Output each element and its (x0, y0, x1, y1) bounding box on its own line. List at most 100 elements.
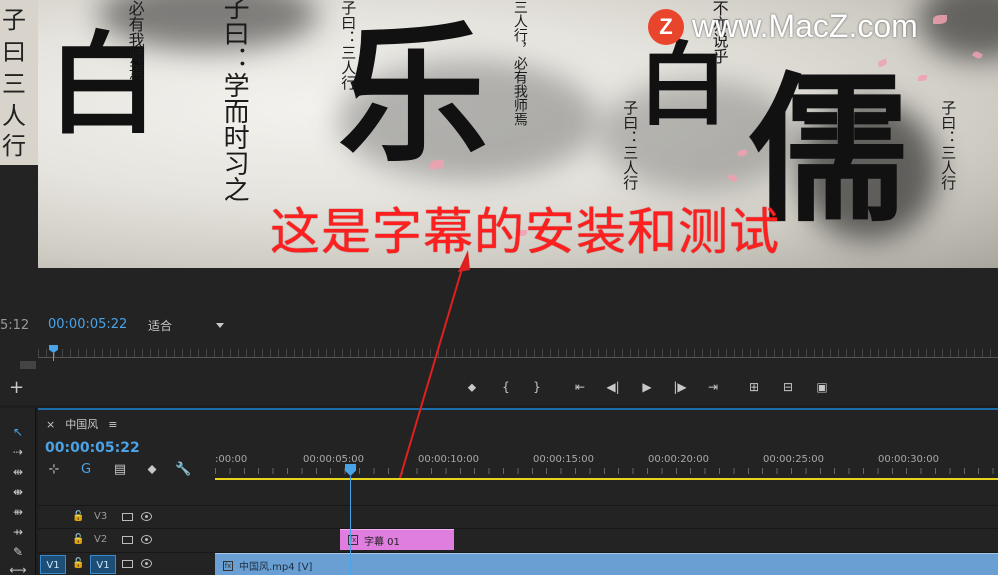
eye-icon[interactable] (141, 535, 152, 544)
sync-lock-icon[interactable] (122, 536, 133, 544)
strip-glyph: 三 (2, 70, 26, 98)
step-forward-icon[interactable]: |▶ (672, 379, 688, 395)
go-to-out-icon[interactable]: ⇥ (705, 379, 721, 395)
petal (918, 75, 927, 81)
calligraphy-column: 子曰：学而时习之 (219, 0, 250, 202)
ruler-ticks (38, 349, 998, 357)
petal (738, 150, 747, 156)
ruler-label: 00:00:25:00 (763, 454, 825, 465)
sequence-tab[interactable]: × 中国风 ≡ (46, 416, 117, 432)
go-to-in-icon[interactable]: ⇤ (572, 379, 588, 395)
rate-stretch-tool-icon[interactable]: ⇻ (8, 504, 28, 520)
strip-glyph: 子 (2, 6, 26, 34)
razor-tool-icon[interactable]: ✎ (8, 544, 28, 560)
ruler-label: 00:00:10:00 (418, 454, 480, 465)
play-icon[interactable]: ▶ (639, 379, 655, 395)
eye-icon[interactable] (141, 512, 152, 521)
close-icon[interactable]: × (46, 418, 55, 431)
button-editor-icon[interactable]: + (9, 377, 24, 398)
rolling-edit-tool-icon[interactable]: ⇼ (8, 484, 28, 500)
calligraphy-column: 必有我师焉 (125, 0, 145, 80)
calligraphy-column: 子曰：三人行 (339, 0, 358, 90)
track-target-badge[interactable]: V1 (90, 555, 116, 574)
ruler-label: :00:00 (215, 454, 248, 465)
track-header-v1[interactable]: V1 🔓 V1 (38, 553, 215, 575)
eye-icon[interactable] (141, 559, 152, 568)
monitor-time-ruler[interactable] (0, 343, 998, 371)
ruler-baseline (38, 357, 998, 358)
monitor-letterbox (38, 268, 998, 305)
track-header-v3[interactable]: 🔓 V3 (38, 506, 215, 529)
export-frame-icon[interactable]: ▣ (814, 379, 830, 395)
insert-icon[interactable]: ⊞ (746, 379, 762, 395)
lock-icon[interactable]: 🔓 (72, 558, 84, 569)
fx-badge: fx (223, 560, 233, 571)
ripple-edit-tool-icon[interactable]: ⇹ (8, 464, 28, 480)
sync-lock-icon[interactable] (122, 560, 133, 568)
selection-tool-icon[interactable]: ↖ (8, 424, 28, 440)
snap-icon[interactable]: ⊹ (46, 462, 62, 477)
ruler-label: 00:00:20:00 (648, 454, 710, 465)
chevron-down-icon (216, 323, 224, 328)
zoom-handle[interactable] (20, 361, 36, 369)
lock-icon[interactable]: 🔓 (72, 511, 84, 522)
source-patch-badge[interactable]: V1 (40, 555, 66, 574)
track-name: V2 (94, 534, 108, 545)
strip-glyph: 人 (2, 102, 26, 130)
track-header-v2[interactable]: 🔓 V2 (38, 529, 215, 552)
monitor-playhead-line (53, 353, 54, 361)
mark-out-icon[interactable]: } (529, 379, 545, 395)
source-monitor-edge: 子 曰 三 人 行 (0, 0, 38, 165)
petal (933, 15, 947, 24)
panel-menu-icon[interactable]: ≡ (108, 418, 117, 431)
sequence-name: 中国风 (65, 418, 99, 431)
macz-logo-icon: Z (648, 8, 684, 45)
petal (430, 160, 444, 169)
subtitle-text: 这是字幕的安装和测试 (270, 203, 780, 261)
fit-dropdown-label: 适合 (148, 319, 173, 333)
watermark-text: www.MacZ.com (692, 8, 918, 44)
fit-dropdown[interactable]: 适合 (148, 317, 228, 334)
wrench-icon[interactable]: 🔧 (175, 462, 191, 477)
watermark: Z www.MacZ.com (648, 8, 918, 45)
timeline-header-tools: ⊹ G ▤ ⬥ 🔧 (38, 462, 214, 484)
track-name: V3 (94, 511, 108, 522)
title-clip[interactable]: fx 字幕 01 (340, 529, 454, 550)
lock-icon[interactable]: 🔓 (72, 534, 84, 545)
add-marker-icon[interactable]: ⬥ (464, 379, 480, 395)
clip-label: 字幕 01 (364, 536, 400, 548)
clip-label: 中国风.mp4 [V] (239, 562, 313, 573)
ruler-ticks (215, 468, 998, 474)
ruler-label: 00:00:05:00 (303, 454, 365, 465)
strip-glyph: 曰 (2, 38, 26, 66)
strip-glyph: 行 (2, 132, 26, 160)
ruler-label: 00:00:30:00 (878, 454, 940, 465)
work-area-bar[interactable] (215, 478, 998, 480)
timeline-timecode[interactable]: 00:00:05:22 (45, 440, 140, 456)
timeline-ruler[interactable]: :00:00 00:00:05:00 00:00:10:00 00:00:15:… (215, 448, 998, 476)
marker-icon[interactable]: ⬥ (144, 462, 160, 477)
program-timecode[interactable]: 00:00:05:22 (48, 317, 127, 332)
ruler-label: 00:00:15:00 (533, 454, 595, 465)
ink-wash (918, 0, 998, 60)
overwrite-icon[interactable]: ⊟ (780, 379, 796, 395)
sync-lock-icon[interactable] (122, 513, 133, 521)
timeline-panel: × 中国风 ≡ 00:00:05:22 ⊹ G ▤ ⬥ 🔧 :00:00 00:… (38, 408, 998, 575)
source-timecode: 5:12 (0, 318, 30, 333)
tools-panel: ↖ ⇢ ⇹ ⇼ ⇻ ⇸ ✎ ⟷ (0, 408, 36, 575)
calligraphy-column: 子曰：三人行 (939, 100, 958, 190)
step-back-icon[interactable]: ◀| (605, 379, 621, 395)
calligraphy-glyph: 乐 (338, 7, 489, 183)
slide-tool-icon[interactable]: ⟷ (8, 562, 28, 575)
program-monitor-frame[interactable]: 白 乐 白 儒 必有我师焉 子曰：学而时习之 子曰：三人行 三人行，必有我师焉 … (38, 0, 998, 268)
linked-selection-icon[interactable]: G (78, 462, 94, 477)
video-clip[interactable]: fx 中国风.mp4 [V] (215, 553, 998, 575)
add-marker-seq-icon[interactable]: ▤ (112, 462, 128, 477)
premiere-workspace: 子 曰 三 人 行 白 乐 白 儒 必有我师焉 子曰：学而时习之 子曰：三人行 … (0, 0, 998, 575)
source-monitor-dark (0, 165, 38, 305)
slip-tool-icon[interactable]: ⇸ (8, 524, 28, 540)
transport-controls: + ⬥ { } ⇤ ◀| ▶ |▶ ⇥ ⊞ ⊟ ▣ (0, 371, 998, 405)
track-select-tool-icon[interactable]: ⇢ (8, 444, 28, 460)
timeline-playhead-line (350, 476, 351, 575)
mark-in-icon[interactable]: { (498, 379, 514, 395)
